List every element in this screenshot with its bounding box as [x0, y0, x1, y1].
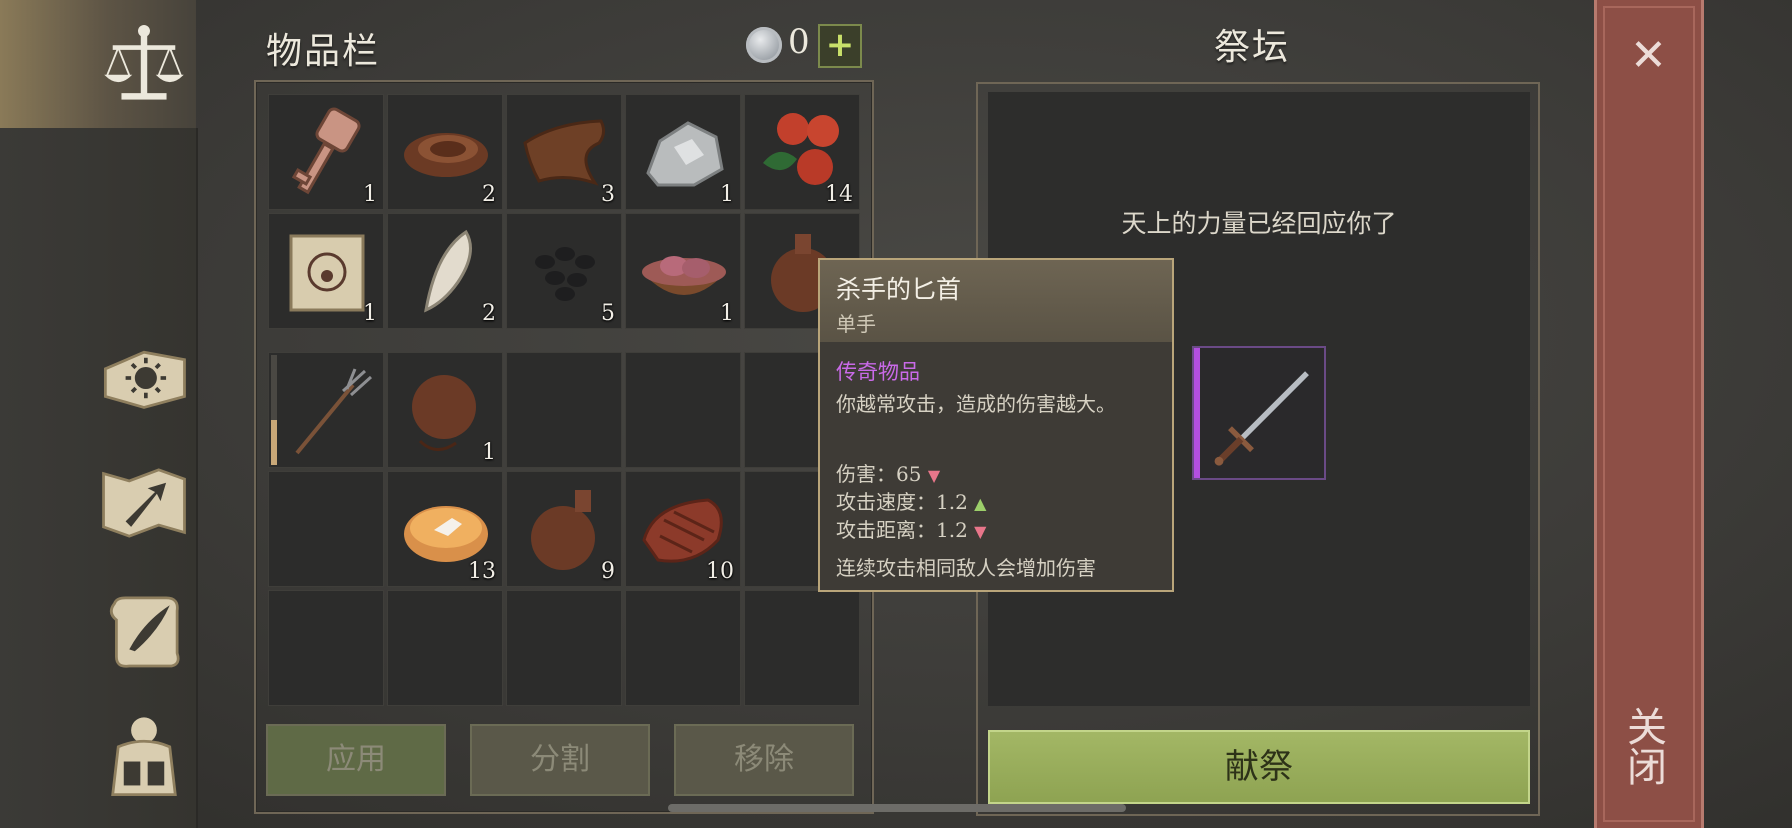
- scroll-icon: [289, 234, 365, 312]
- close-icon[interactable]: ✕: [1630, 30, 1667, 81]
- item-quantity: 5: [601, 301, 615, 326]
- inventory-title: 物品栏: [266, 31, 381, 72]
- flask-icon: [531, 490, 595, 570]
- inventory-slot-empty[interactable]: [506, 352, 622, 468]
- split-button[interactable]: 分割: [470, 724, 650, 796]
- inventory-slot[interactable]: 1: [268, 213, 384, 329]
- item-quantity: 14: [825, 182, 853, 207]
- dagger-icon: [1214, 371, 1309, 466]
- inventory-slot-empty[interactable]: [268, 471, 384, 587]
- coal-icon: [535, 247, 595, 301]
- item-quantity: 2: [482, 301, 496, 326]
- inventory-slot[interactable]: 10: [625, 471, 741, 587]
- tooltip-description: 你越常攻击，造成的伤害越大。: [836, 392, 1116, 416]
- currency-count: 0: [788, 22, 810, 62]
- scales-icon[interactable]: [96, 18, 192, 114]
- item-quantity: 2: [482, 182, 496, 207]
- inventory-slot-empty[interactable]: [744, 590, 860, 706]
- stat-down-arrow-icon: ▼: [927, 466, 941, 485]
- sacrifice-button[interactable]: 献祭: [988, 730, 1530, 804]
- item-quantity: 1: [363, 182, 377, 207]
- inventory-slot[interactable]: 2: [387, 213, 503, 329]
- tooltip-footer: 连续攻击相同敌人会增加伤害: [836, 556, 1096, 580]
- item-quantity: 1: [720, 182, 734, 207]
- fang-icon: [424, 229, 472, 313]
- inventory-slot-empty[interactable]: [387, 590, 503, 706]
- horizontal-scrollbar[interactable]: [668, 804, 1126, 812]
- stat-up-arrow-icon: ▲: [974, 494, 987, 513]
- left-sidebar: [0, 0, 198, 828]
- stat-attack-range: 攻击距离：1.2 ▼: [836, 518, 987, 542]
- apply-button[interactable]: 应用: [266, 724, 446, 796]
- remove-button[interactable]: 移除: [674, 724, 854, 796]
- stat-attack-speed: 攻击速度：1.2 ▲: [836, 490, 987, 514]
- stat-down-arrow-icon: ▼: [974, 522, 987, 541]
- legendary-rarity-bar: [1194, 348, 1200, 478]
- item-quantity: 1: [482, 440, 496, 465]
- altar-offering-slot[interactable]: [1192, 346, 1326, 480]
- tooltip-item-name: 杀手的匕首: [836, 275, 962, 304]
- sack-icon: [412, 375, 476, 451]
- inventory-slot[interactable]: 13: [387, 471, 503, 587]
- inventory-slot-empty[interactable]: [268, 590, 384, 706]
- item-quantity: 9: [601, 559, 615, 584]
- leather-hide-icon: [523, 119, 606, 186]
- add-currency-button[interactable]: +: [818, 24, 862, 68]
- altar-message: 天上的力量已经回应你了: [1121, 209, 1397, 238]
- quill-scroll-icon[interactable]: [96, 583, 192, 679]
- close-panel[interactable]: [1594, 0, 1704, 828]
- inventory-slot[interactable]: 1: [268, 94, 384, 210]
- item-quantity: 1: [363, 301, 377, 326]
- inventory-slot[interactable]: [268, 352, 384, 468]
- pitchfork-icon: [295, 368, 373, 455]
- item-tooltip: 杀手的匕首 单手 传奇物品 你越常攻击，造成的伤害越大。 伤害：65 ▼ 攻击速…: [818, 258, 1174, 592]
- inventory-slot[interactable]: 14: [744, 94, 860, 210]
- inventory-slot[interactable]: 1: [625, 213, 741, 329]
- inventory-slot[interactable]: 3: [506, 94, 622, 210]
- close-label[interactable]: 关闭: [1620, 706, 1672, 786]
- stone-icon: [646, 121, 724, 187]
- inventory-slot[interactable]: 5: [506, 213, 622, 329]
- stat-damage: 伤害：65 ▼: [836, 462, 941, 486]
- item-quantity: 1: [720, 301, 734, 326]
- backpack-icon[interactable]: [96, 708, 192, 804]
- sun-book-icon[interactable]: [96, 330, 192, 426]
- tooltip-item-type: 单手: [836, 312, 876, 336]
- item-quantity: 10: [706, 559, 734, 584]
- inventory-slot[interactable]: 9: [506, 471, 622, 587]
- raw-meat-bowl-icon: [642, 256, 726, 295]
- key-icon: [291, 107, 361, 195]
- inventory-slot[interactable]: 1: [387, 352, 503, 468]
- item-quantity: 13: [468, 559, 496, 584]
- map-arrow-icon[interactable]: [96, 455, 192, 551]
- inventory-slot[interactable]: 2: [387, 94, 503, 210]
- tooltip-rarity: 传奇物品: [836, 360, 920, 384]
- item-quantity: 3: [601, 182, 615, 207]
- inventory-slot-empty[interactable]: [506, 590, 622, 706]
- silver-coin-icon: [746, 27, 782, 63]
- inventory-slot-empty[interactable]: [625, 352, 741, 468]
- inventory-slot[interactable]: 1: [625, 94, 741, 210]
- altar-title: 祭坛: [1214, 27, 1291, 68]
- inventory-slot-empty[interactable]: [625, 590, 741, 706]
- leather-strip-icon: [404, 133, 488, 177]
